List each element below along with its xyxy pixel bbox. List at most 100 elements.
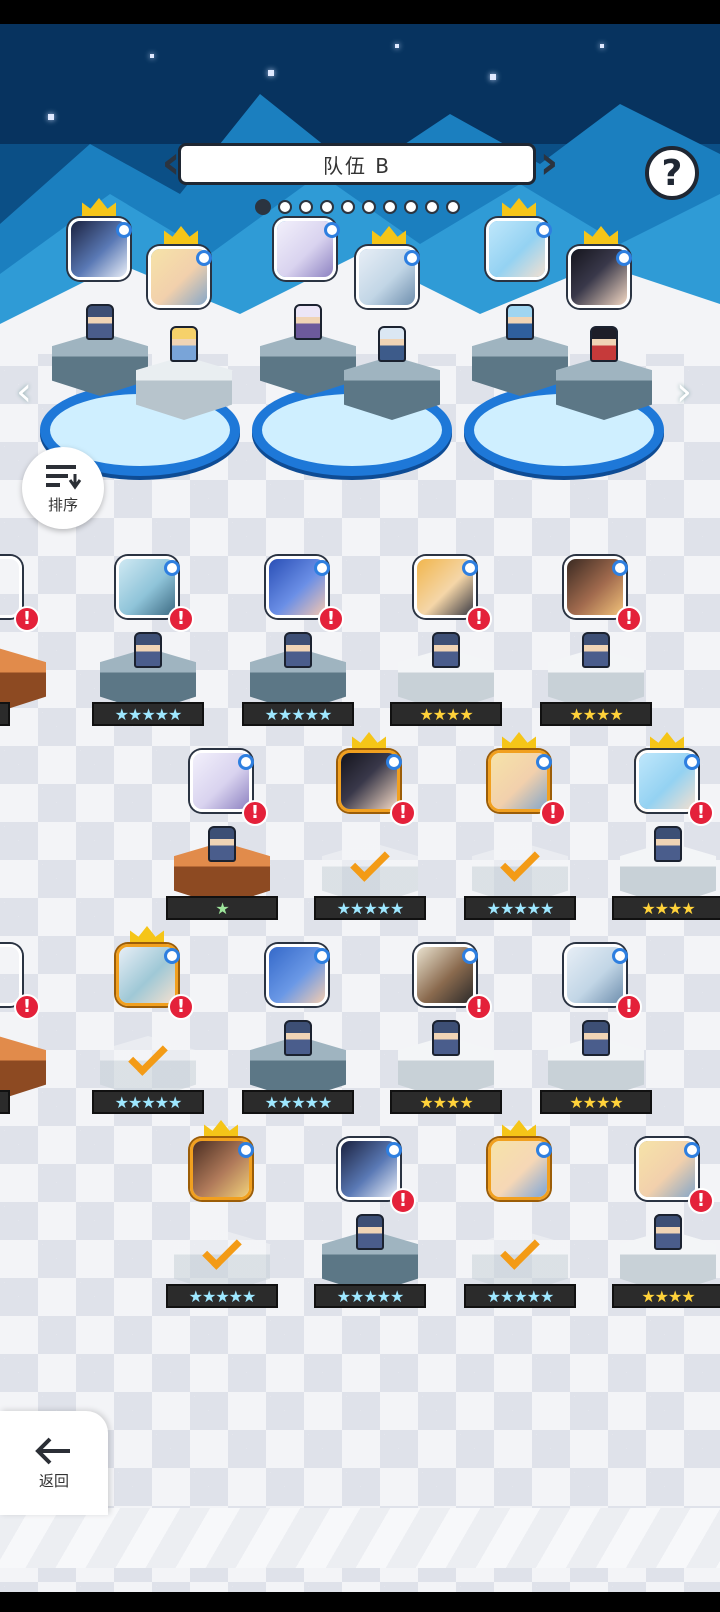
info-badge: [616, 250, 632, 266]
next-team-button[interactable]: ›: [538, 139, 560, 188]
sky-star: [150, 54, 154, 58]
status-bar: [0, 0, 720, 24]
info-badge: [684, 1142, 700, 1158]
info-badge: [314, 948, 330, 964]
hero-card-partial[interactable]: !★: [0, 944, 50, 1134]
hero-card[interactable]: ★★★★★: [464, 1120, 576, 1328]
hero-sprite: [378, 326, 406, 362]
star-rating: ★★★★★: [92, 1090, 204, 1114]
crown-icon: [502, 732, 536, 750]
help-button[interactable]: ?: [645, 146, 699, 200]
info-badge: [116, 222, 132, 238]
info-badge: [684, 754, 700, 770]
alert-icon: !: [688, 800, 714, 826]
hero-sprite: [208, 826, 236, 862]
alert-icon: !: [688, 1188, 714, 1214]
info-badge: [324, 222, 340, 238]
team-name-banner: 队伍 B: [178, 143, 536, 185]
star-rating: ★★★★: [540, 1090, 652, 1114]
info-badge: [536, 222, 552, 238]
hero-card[interactable]: ! ★★★★★: [92, 926, 204, 1134]
star-rating: ★★★★: [390, 702, 502, 726]
alert-icon: !: [318, 606, 344, 632]
hero-card[interactable]: ! ★★★★: [612, 750, 720, 940]
alert-icon: !: [466, 994, 492, 1020]
star-rating: ★★★★: [390, 1090, 502, 1114]
sort-button[interactable]: 排序: [22, 447, 104, 529]
star-rating: ★★★★★: [166, 1284, 278, 1308]
hero-card[interactable]: ★★★★★: [166, 1120, 278, 1328]
alert-icon: !: [168, 606, 194, 632]
hero-sprite: [356, 1214, 384, 1250]
crown-icon: [352, 732, 386, 750]
hero-sprite: [284, 1020, 312, 1056]
crown-icon: [372, 226, 406, 244]
star-rating: ★★★★: [612, 896, 720, 920]
hero-card[interactable]: ! ★★★★★: [464, 732, 576, 940]
info-badge: [462, 948, 478, 964]
star-rating: ★★★★★: [242, 702, 354, 726]
hero-card[interactable]: ! ★: [166, 750, 278, 940]
alert-icon: !: [616, 994, 642, 1020]
crown-icon: [502, 1120, 536, 1138]
hero-sprite: [170, 326, 198, 362]
hero-sprite: [134, 632, 162, 668]
scroll-left-icon[interactable]: ‹: [16, 369, 32, 415]
hero-sprite: [284, 632, 312, 668]
alert-icon: !: [242, 800, 268, 826]
crown-icon: [650, 732, 684, 750]
info-badge: [404, 250, 420, 266]
sky-star: [490, 74, 496, 80]
hero-sprite: [432, 1020, 460, 1056]
hero-card[interactable]: ! ★★★★★: [314, 1138, 426, 1328]
back-button[interactable]: 返回: [0, 1411, 108, 1515]
team-formation-screen: ‹ 队伍 B › ? ‹ › 排序 ! ★★★★★ ! ★★★★★ ! ★★★★…: [0, 24, 720, 1592]
star-rating: ★★★★★: [242, 1090, 354, 1114]
alert-icon: !: [540, 800, 566, 826]
hero-card[interactable]: ! ★★★★: [390, 556, 502, 746]
info-badge: [164, 560, 180, 576]
crown-icon: [584, 226, 618, 244]
team-slot-2[interactable]: [252, 204, 462, 504]
star-rating: ★★★★: [540, 702, 652, 726]
hero-sprite: [582, 1020, 610, 1056]
hero-card[interactable]: ★★★★★: [242, 944, 354, 1134]
hero-card[interactable]: ! ★★★★★: [314, 732, 426, 940]
crown-icon: [130, 926, 164, 944]
hero-card[interactable]: ! ★★★★★: [242, 556, 354, 746]
info-badge: [386, 754, 402, 770]
info-badge: [314, 560, 330, 576]
star-rating: ★: [166, 896, 278, 920]
star-rating: ★★★★★: [464, 1284, 576, 1308]
alert-icon: !: [168, 994, 194, 1020]
back-label: 返回: [38, 1471, 69, 1490]
hero-card[interactable]: ! ★★★★: [540, 944, 652, 1134]
hero-card[interactable]: ! ★★★★: [612, 1138, 720, 1328]
star-rating: ★: [0, 702, 10, 726]
hero-sprite: [590, 326, 618, 362]
hero-card[interactable]: ! ★★★★: [390, 944, 502, 1134]
alert-icon: !: [390, 800, 416, 826]
info-badge: [238, 754, 254, 770]
team-name: 队伍 B: [322, 153, 392, 178]
footer-strip: [0, 1508, 720, 1568]
alert-icon: !: [616, 606, 642, 632]
alert-icon: !: [390, 1188, 416, 1214]
info-badge: [612, 560, 628, 576]
crown-icon: [164, 226, 198, 244]
hero-sprite: [432, 632, 460, 668]
hero-card[interactable]: ! ★★★★: [540, 556, 652, 746]
hero-sprite: [654, 1214, 682, 1250]
navigation-bar: [0, 1592, 720, 1612]
hero-sprite: [506, 304, 534, 340]
sky-star: [600, 44, 604, 48]
hero-sprite: [654, 826, 682, 862]
scroll-right-icon[interactable]: ›: [676, 369, 692, 415]
team-slot-3[interactable]: [464, 198, 674, 504]
info-badge: [196, 250, 212, 266]
hero-card-partial[interactable]: !★: [0, 556, 50, 746]
hero-card[interactable]: ! ★★★★★: [92, 556, 204, 746]
sky-star: [395, 44, 399, 48]
info-badge: [462, 560, 478, 576]
help-icon: ?: [661, 152, 683, 194]
